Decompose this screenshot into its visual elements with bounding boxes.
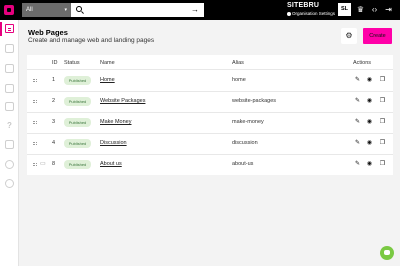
document-icon[interactable]: [5, 140, 14, 149]
search-scope-label: All: [26, 7, 33, 13]
edit-icon[interactable]: ✎: [353, 76, 362, 85]
organisation-settings-link[interactable]: Organisation Settings: [287, 11, 335, 16]
edit-icon[interactable]: ✎: [353, 139, 362, 148]
view-icon[interactable]: ◉: [365, 118, 374, 127]
column-header-id: ID: [52, 60, 58, 66]
column-header-actions: Actions: [353, 60, 372, 66]
row-id: 2: [52, 98, 56, 104]
edit-icon[interactable]: ✎: [353, 118, 362, 127]
copy-icon[interactable]: ❐: [378, 76, 387, 85]
organisation-settings-label: Organisation Settings: [292, 11, 336, 16]
chat-widget-button[interactable]: [380, 246, 394, 260]
status-badge: Published: [64, 118, 91, 127]
view-icon[interactable]: ◉: [365, 76, 374, 85]
status-badge: Published: [64, 160, 91, 169]
search-icon: [76, 6, 82, 12]
edit-icon[interactable]: ✎: [353, 97, 362, 106]
row-id: 1: [52, 77, 56, 83]
create-button[interactable]: Create: [363, 28, 392, 44]
brand-name: SITEBRU: [287, 2, 320, 9]
logout-icon[interactable]: ⇥: [383, 4, 394, 15]
page-name-link[interactable]: Website Packages: [100, 91, 145, 112]
sidebar: ?: [0, 20, 19, 266]
page-icon: [5, 24, 14, 33]
folder-icon[interactable]: [5, 44, 14, 53]
table-row: 1 Published Home home ✎ ◉ ❐: [27, 70, 393, 91]
status-badge: Published: [64, 97, 91, 106]
page-name-link[interactable]: Home: [100, 70, 115, 91]
page-alias: home: [232, 77, 246, 83]
status-badge: Published: [64, 76, 91, 85]
copy-icon[interactable]: ❐: [378, 97, 387, 106]
copy-icon[interactable]: ❐: [378, 160, 387, 169]
globe-icon[interactable]: [5, 179, 14, 188]
drag-handle-icon[interactable]: [33, 163, 37, 166]
search-submit-icon[interactable]: →: [191, 3, 199, 17]
page-name-link[interactable]: Make Money: [100, 112, 132, 133]
page-alias: about-us: [232, 161, 254, 167]
chevron-down-icon: ▾: [64, 7, 67, 13]
top-bar: All ▾ → SITEBRU Organisation Settings SL…: [0, 0, 400, 20]
menu-page-icon: ▭: [40, 161, 46, 167]
column-header-alias: Alias: [232, 60, 244, 66]
drag-handle-icon[interactable]: [33, 79, 37, 82]
table-row: 2 Published Website Packages website-pac…: [27, 91, 393, 112]
row-id: 3: [52, 119, 56, 125]
drag-handle-icon[interactable]: [33, 142, 37, 145]
page-name-link[interactable]: Discussion: [100, 133, 127, 154]
column-header-name: Name: [100, 60, 115, 66]
search-scope-select[interactable]: All ▾: [22, 3, 71, 17]
sidebar-item-web-pages[interactable]: [0, 22, 19, 36]
status-badge: Published: [64, 139, 91, 148]
drag-handle-icon[interactable]: [33, 100, 37, 103]
table-row: ▭ 8 Published About us about-us ✎ ◉ ❐: [27, 154, 393, 175]
view-icon[interactable]: ◉: [365, 139, 374, 148]
gear-icon: [287, 11, 291, 16]
page-title: Web Pages: [28, 28, 68, 37]
column-header-status: Status: [64, 60, 80, 66]
chat-icon[interactable]: [5, 64, 14, 73]
view-icon[interactable]: ◉: [365, 160, 374, 169]
crown-icon[interactable]: ♛: [355, 4, 366, 15]
eye-icon[interactable]: [5, 160, 14, 169]
copy-icon[interactable]: ❐: [378, 139, 387, 148]
row-id: 8: [52, 161, 56, 167]
page-name-link[interactable]: About us: [100, 154, 122, 175]
code-icon[interactable]: ‹›: [369, 4, 380, 15]
copy-icon[interactable]: ❐: [378, 118, 387, 127]
layout-icon[interactable]: [5, 102, 14, 111]
app-logo[interactable]: [4, 5, 14, 15]
edit-icon[interactable]: ✎: [353, 160, 362, 169]
drag-handle-icon[interactable]: [33, 121, 37, 124]
help-icon[interactable]: ?: [5, 121, 14, 130]
page-alias: website-packages: [232, 98, 277, 104]
active-indicator: [0, 22, 2, 36]
gear-icon: ⚙: [345, 31, 353, 40]
user-avatar[interactable]: SL: [338, 3, 351, 16]
table-row: 4 Published Discussion discussion ✎ ◉ ❐: [27, 133, 393, 154]
page-alias: make-money: [232, 119, 264, 125]
page-alias: discussion: [232, 140, 258, 146]
settings-button[interactable]: ⚙: [341, 28, 357, 44]
image-icon[interactable]: [5, 84, 14, 93]
page-subtitle: Create and manage web and landing pages: [28, 37, 155, 44]
search-input[interactable]: →: [71, 3, 204, 17]
view-icon[interactable]: ◉: [365, 97, 374, 106]
row-id: 4: [52, 140, 56, 146]
table-row: 3 Published Make Money make-money ✎ ◉ ❐: [27, 112, 393, 133]
